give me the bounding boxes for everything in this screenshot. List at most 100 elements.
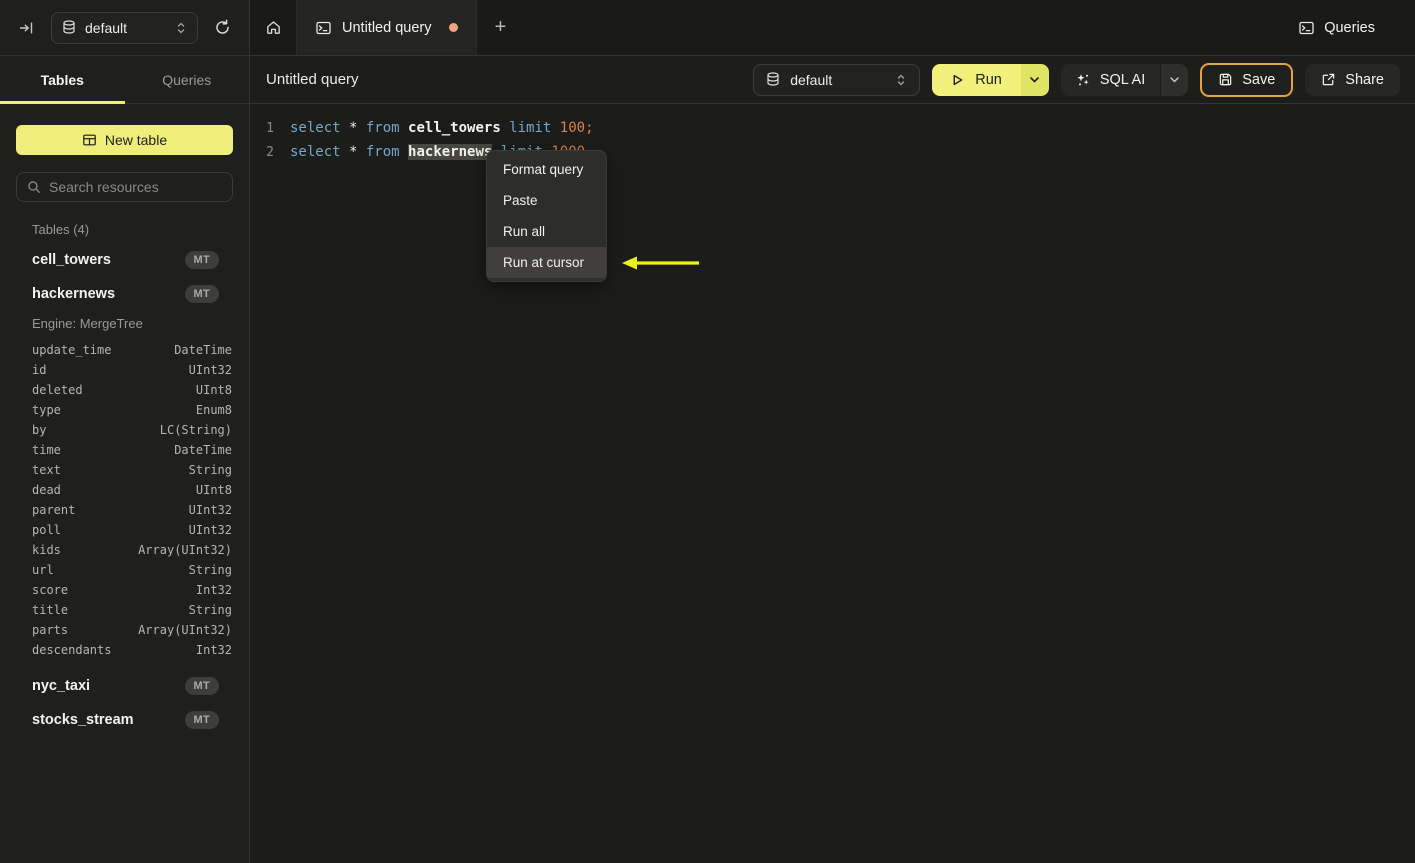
sql-editor[interactable]: 1 select * from cell_towers limit 100; 2 se… [250, 104, 1415, 863]
run-button-main: Run [932, 63, 1021, 96]
column-type: DateTime [174, 443, 232, 457]
search-input[interactable] [49, 179, 222, 195]
column-type: DateTime [174, 343, 232, 357]
toolbar-actions: default Run SQL AI Save Share [753, 62, 1400, 97]
editor-pane: Untitled query default Run SQL AI Save S… [250, 56, 1415, 863]
table-name: stocks_stream [32, 712, 134, 728]
table-grid-icon [82, 133, 97, 147]
column-type: UInt32 [188, 523, 232, 537]
queries-icon [1298, 20, 1315, 36]
column-name: type [32, 403, 61, 417]
context-menu-item[interactable]: Paste [487, 185, 606, 216]
table-row[interactable]: hackernews MT [32, 277, 232, 311]
run-dropdown[interactable] [1020, 63, 1049, 96]
sql-ai-dropdown[interactable] [1160, 63, 1189, 96]
code-text: select * from cell_towers limit 100; [290, 120, 594, 136]
column-name: time [32, 443, 61, 457]
database-selector-value: default [85, 19, 128, 36]
new-table-button[interactable]: New table [16, 125, 233, 155]
column-name: descendants [32, 643, 112, 657]
column-list: update_time DateTime id UInt32 deleted UInt8 t… [32, 335, 232, 669]
home-button[interactable] [250, 0, 297, 55]
column-row: parent UInt32 [32, 500, 232, 520]
sql-ai-label: SQL AI [1099, 71, 1146, 88]
database-selector[interactable]: default [51, 11, 198, 44]
column-row: type Enum8 [32, 400, 232, 420]
column-row: kids Array(UInt32) [32, 540, 232, 560]
code-token: from [365, 120, 409, 136]
column-name: score [32, 583, 69, 597]
query-title: Untitled query [266, 71, 359, 88]
run-button[interactable]: Run [932, 63, 1049, 96]
line-number: 1 [266, 120, 274, 136]
sql-ai-main: SQL AI [1060, 63, 1161, 96]
code-token: * [349, 120, 366, 136]
sql-ai-button[interactable]: SQL AI [1060, 63, 1189, 96]
column-row: time DateTime [32, 440, 232, 460]
chevron-down-icon [1169, 76, 1180, 84]
column-type: Enum8 [195, 403, 232, 417]
column-name: url [32, 563, 54, 577]
column-name: dead [32, 483, 61, 497]
column-name: update_time [32, 343, 112, 357]
column-row: poll UInt32 [32, 520, 232, 540]
context-menu-item[interactable]: Format query [487, 154, 606, 185]
column-name: title [32, 603, 69, 617]
topbar-left-section: default [0, 0, 250, 55]
column-row: score Int32 [32, 580, 232, 600]
context-menu-item[interactable]: Run all [487, 216, 606, 247]
line-number: 2 [266, 144, 274, 160]
column-type: String [188, 563, 232, 577]
collapse-sidebar-button[interactable] [16, 18, 37, 38]
refresh-button[interactable] [212, 17, 233, 38]
column-row: update_time DateTime [32, 340, 232, 360]
engine-badge: MT [184, 251, 219, 269]
tables-section-label: Tables (4) [32, 222, 90, 237]
code-line: 1 select * from cell_towers limit 100; [250, 116, 1415, 140]
save-button[interactable]: Save [1200, 62, 1294, 97]
search-box [16, 172, 233, 202]
queries-button-label: Queries [1324, 19, 1375, 36]
unsaved-dot [449, 23, 459, 32]
column-type: Int32 [195, 583, 232, 597]
table-row[interactable]: cell_towers MT [32, 243, 232, 277]
engine-badge: MT [184, 285, 219, 303]
table-row[interactable]: stocks_stream MT [32, 703, 232, 737]
code-lines: 1 select * from cell_towers limit 100; 2 se… [250, 116, 1415, 164]
table-row[interactable]: nyc_taxi MT [32, 669, 232, 703]
column-name: poll [32, 523, 61, 537]
code-token: ; [585, 120, 594, 136]
share-label: Share [1345, 71, 1384, 88]
engine-label: Engine: MergeTree [32, 315, 143, 331]
column-type: UInt8 [195, 483, 232, 497]
column-type: Int32 [195, 643, 232, 657]
column-row: text String [32, 460, 232, 480]
column-name: deleted [32, 383, 83, 397]
tab-untitled-query[interactable]: Untitled query [297, 0, 478, 55]
column-type: UInt32 [188, 363, 232, 377]
chevron-down-icon [1029, 76, 1040, 84]
sidebar-tab-queries-label: Queries [162, 71, 212, 88]
toolbar-database-selector[interactable]: default [753, 63, 921, 96]
new-tab-button[interactable]: + [477, 0, 523, 55]
column-row: id UInt32 [32, 360, 232, 380]
column-name: id [32, 363, 47, 377]
code-token: limit [509, 120, 560, 136]
main-row: Tables Queries New table Search resource… [0, 56, 1415, 863]
column-row: title String [32, 600, 232, 620]
share-button[interactable]: Share [1305, 63, 1400, 96]
refresh-icon [214, 19, 231, 36]
code-token: hackernews [408, 144, 493, 160]
sidebar-tab-queries[interactable]: Queries [125, 56, 250, 103]
save-icon [1218, 72, 1233, 87]
code-token: cell_towers [408, 120, 501, 136]
table-name: nyc_taxi [32, 678, 91, 694]
queries-button[interactable]: Queries [1298, 0, 1375, 55]
sidebar-tab-tables-label: Tables [40, 71, 84, 88]
sidebar-tab-tables[interactable]: Tables [0, 56, 125, 104]
column-name: text [32, 463, 61, 477]
context-menu-item[interactable]: Run at cursor [487, 247, 606, 278]
database-icon [766, 72, 780, 87]
code-line: 2select * from hackernews limit 1000 [250, 140, 1415, 164]
code-token: * [349, 144, 366, 160]
